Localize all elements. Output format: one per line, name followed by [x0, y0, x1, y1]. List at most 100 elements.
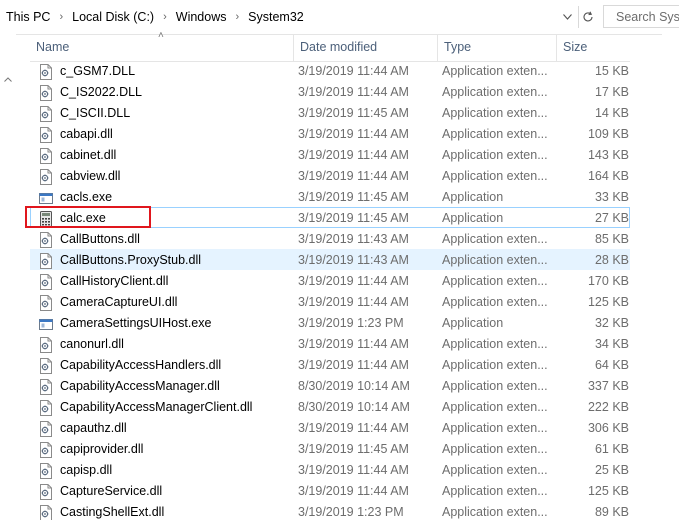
file-row[interactable]: cabapi.dll 3/19/2019 11:44 AM Application …	[30, 123, 630, 144]
file-name: CallHistoryClient.dll	[60, 274, 169, 288]
file-row[interactable]: capisp.dll 3/19/2019 11:44 AM Application …	[30, 459, 630, 480]
file-row[interactable]: C_IS2022.DLL 3/19/2019 11:44 AM Applicatio…	[30, 81, 630, 102]
address-history-dropdown[interactable]	[558, 6, 576, 28]
file-size: 164 KB	[587, 169, 629, 183]
file-name: CapabilityAccessHandlers.dll	[60, 358, 222, 372]
file-name-cell: cabapi.dll	[39, 124, 295, 145]
file-size: 61 KB	[594, 442, 629, 456]
file-name-cell: cabview.dll	[39, 166, 295, 187]
file-row[interactable]: CapabilityAccessHandlers.dll 3/19/2019 11…	[30, 354, 630, 375]
file-name: CameraCaptureUI.dll	[60, 295, 178, 309]
file-row[interactable]: CallHistoryClient.dll 3/19/2019 11:44 AM A…	[30, 270, 630, 291]
file-name-cell: CapabilityAccessManager.dll	[39, 376, 295, 397]
file-size: 28 KB	[594, 253, 629, 267]
file-name: calc.exe	[60, 211, 106, 225]
file-list: c_GSM7.DLL 3/19/2019 11:44 AM Application …	[30, 60, 630, 520]
file-name: capiprovider.dll	[60, 442, 144, 456]
navigation-pane-edge[interactable]	[0, 34, 16, 520]
file-row[interactable]: capauthz.dll 3/19/2019 11:44 AM Applicatio…	[30, 417, 630, 438]
breadcrumb-local-disk[interactable]: Local Disk (C:)	[68, 10, 158, 24]
file-type: Application exten...	[442, 337, 548, 351]
file-row[interactable]: CapabilityAccessManagerClient.dll 8/30/20…	[30, 396, 630, 417]
file-size: 170 KB	[587, 274, 629, 288]
file-name: cacls.exe	[60, 190, 113, 204]
dll-file-icon	[39, 420, 53, 437]
file-row[interactable]: CallButtons.ProxyStub.dll 3/19/2019 11:43…	[30, 249, 630, 270]
dll-file-icon	[39, 231, 53, 248]
refresh-icon	[583, 11, 593, 22]
file-type: Application exten...	[442, 64, 548, 78]
file-row[interactable]: canonurl.dll 3/19/2019 11:44 AM Applicatio…	[30, 333, 630, 354]
file-size: 85 KB	[594, 232, 629, 246]
vertical-scrollbar[interactable]	[662, 34, 679, 520]
file-row[interactable]: cabinet.dll 3/19/2019 11:44 AM Application…	[30, 144, 630, 165]
file-date-modified: 3/19/2019 11:44 AM	[298, 274, 409, 288]
file-type: Application exten...	[442, 232, 548, 246]
file-name-cell: canonurl.dll	[39, 334, 295, 355]
file-type: Application exten...	[442, 358, 548, 372]
refresh-button[interactable]	[578, 6, 597, 28]
file-row[interactable]: CameraCaptureUI.dll 3/19/2019 11:44 AM App…	[30, 291, 630, 312]
file-name-cell: c_GSM7.DLL	[39, 61, 295, 82]
search-input[interactable]: Search System32	[603, 5, 679, 28]
dll-file-icon	[39, 147, 53, 164]
file-size: 27 KB	[594, 211, 629, 225]
column-header-size[interactable]: Size	[557, 34, 630, 61]
file-type: Application exten...	[442, 169, 548, 183]
file-size: 109 KB	[587, 127, 629, 141]
file-date-modified: 3/19/2019 1:23 PM	[298, 316, 404, 330]
dll-file-icon	[39, 273, 53, 290]
column-header-type[interactable]: Type	[438, 34, 557, 61]
file-type: Application exten...	[442, 442, 548, 456]
file-size: 33 KB	[594, 190, 629, 204]
breadcrumb-this-pc[interactable]: This PC	[2, 10, 54, 24]
file-row[interactable]: CameraSettingsUIHost.exe 3/19/2019 1:23 P…	[30, 312, 630, 333]
file-name-cell: CallButtons.ProxyStub.dll	[39, 250, 295, 271]
file-name-cell: cacls.exe	[39, 187, 295, 208]
file-date-modified: 3/19/2019 11:45 AM	[298, 442, 409, 456]
chevron-right-icon[interactable]: ›	[230, 11, 244, 23]
column-header-name[interactable]: Name	[30, 34, 294, 61]
file-row[interactable]: cabview.dll 3/19/2019 11:44 AM Application…	[30, 165, 630, 186]
file-type: Application exten...	[442, 379, 548, 393]
file-name: c_GSM7.DLL	[60, 64, 136, 78]
chevron-down-icon	[562, 14, 572, 20]
dll-file-icon	[39, 105, 53, 122]
breadcrumb-windows[interactable]: Windows	[172, 10, 231, 24]
file-name: capisp.dll	[60, 463, 113, 477]
chevron-right-icon[interactable]: ›	[158, 11, 172, 23]
file-date-modified: 8/30/2019 10:14 AM	[298, 400, 410, 414]
file-type: Application exten...	[442, 400, 548, 414]
dll-file-icon	[39, 294, 53, 311]
file-size: 125 KB	[587, 295, 629, 309]
dll-file-icon	[39, 252, 53, 269]
file-name-cell: CapabilityAccessManagerClient.dll	[39, 397, 295, 418]
file-row[interactable]: c_GSM7.DLL 3/19/2019 11:44 AM Application …	[30, 60, 630, 81]
breadcrumb-system32[interactable]: System32	[244, 10, 308, 24]
file-date-modified: 3/19/2019 11:43 AM	[298, 253, 409, 267]
file-row[interactable]: C_ISCII.DLL 3/19/2019 11:45 AM Application…	[30, 102, 630, 123]
file-type: Application	[442, 190, 504, 204]
file-row[interactable]: CaptureService.dll 3/19/2019 11:44 AM Appl…	[30, 480, 630, 501]
column-header-date-modified[interactable]: Date modified	[294, 34, 438, 61]
file-row[interactable]: CallButtons.dll 3/19/2019 11:43 AM Applica…	[30, 228, 630, 249]
dll-file-icon	[39, 483, 53, 500]
file-size: 306 KB	[587, 421, 629, 435]
file-name-cell: C_ISCII.DLL	[39, 103, 295, 124]
chevron-up-icon[interactable]	[4, 74, 12, 84]
file-size: 143 KB	[587, 148, 629, 162]
file-row[interactable]: CapabilityAccessManager.dll 8/30/2019 10:…	[30, 375, 630, 396]
file-row[interactable]: CastingShellExt.dll 3/19/2019 1:23 PM Appl…	[30, 501, 630, 520]
address-bar[interactable]: This PC › Local Disk (C:) › Windows › Sy…	[0, 0, 679, 35]
chevron-right-icon[interactable]: ›	[54, 11, 68, 23]
file-size: 89 KB	[594, 505, 629, 519]
file-date-modified: 3/19/2019 11:44 AM	[298, 169, 409, 183]
file-row[interactable]: calc.exe 3/19/2019 11:45 AM Application 27 …	[30, 207, 630, 228]
file-name: CallButtons.ProxyStub.dll	[60, 253, 202, 267]
file-row[interactable]: cacls.exe 3/19/2019 11:45 AM Application 33…	[30, 186, 630, 207]
file-row[interactable]: capiprovider.dll 3/19/2019 11:45 AM Applic…	[30, 438, 630, 459]
file-name: cabapi.dll	[60, 127, 113, 141]
file-type: Application exten...	[442, 421, 548, 435]
dll-file-icon	[39, 84, 53, 101]
file-name: canonurl.dll	[60, 337, 124, 351]
